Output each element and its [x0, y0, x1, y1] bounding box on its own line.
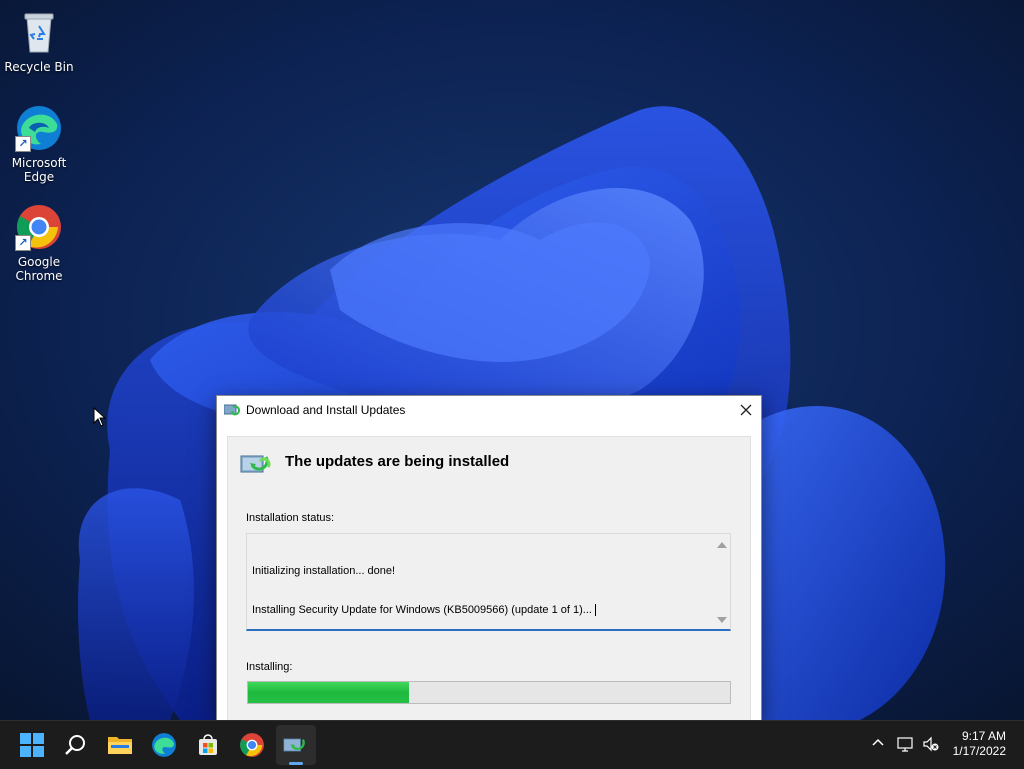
windows-start-icon	[20, 733, 44, 757]
desktop-icon-label: Google	[17, 255, 61, 269]
close-icon	[740, 404, 752, 416]
edge-icon: ↗	[15, 104, 63, 152]
installation-progress-bar	[247, 681, 731, 704]
windows-update-large-icon	[240, 455, 271, 473]
network-icon[interactable]	[897, 736, 915, 752]
search-icon	[65, 735, 85, 755]
active-app-indicator	[289, 762, 303, 765]
dialog-heading: The updates are being installed	[285, 453, 510, 470]
search-button[interactable]	[60, 729, 92, 761]
desktop-icon-label: Chrome	[15, 269, 63, 283]
desktop-icon-label: Microsoft	[11, 156, 67, 170]
chrome-icon	[240, 733, 264, 757]
installing-label: Installing:	[246, 661, 293, 673]
dialog-title: Download and Install Updates	[246, 403, 406, 417]
store-icon	[199, 734, 217, 755]
chrome-taskbar-button[interactable]	[236, 729, 268, 761]
scroll-down-arrow-icon[interactable]	[717, 617, 727, 623]
status-line: Initializing installation... done!	[252, 565, 396, 577]
file-explorer-icon	[108, 737, 132, 754]
windows-update-taskbar-button[interactable]	[276, 725, 316, 765]
clock-time: 9:17 AM	[961, 729, 1006, 743]
status-scrollbar[interactable]	[713, 534, 730, 629]
dialog-titlebar[interactable]: Download and Install Updates	[217, 396, 761, 424]
clock-date: 1/17/2022	[952, 744, 1006, 758]
status-line-with-caret: Installing Security Update for Windows (…	[252, 604, 596, 617]
edge-taskbar-button[interactable]	[148, 729, 180, 761]
dialog-body: The updates are being installed Installa…	[227, 436, 751, 722]
chrome-icon: ↗	[15, 203, 63, 251]
windows-update-icon	[283, 738, 305, 752]
text-caret	[594, 604, 596, 617]
mouse-cursor-icon	[93, 407, 107, 427]
edge-icon	[152, 733, 176, 757]
update-dialog: Download and Install Updates The updates…	[216, 395, 762, 722]
desktop-icon-google-chrome[interactable]: ↗ Google Chrome	[1, 203, 77, 283]
status-line: Installing Security Update for Windows (…	[252, 604, 592, 616]
desktop-icon-microsoft-edge[interactable]: ↗ Microsoft Edge	[1, 104, 77, 184]
desktop-icon-label: Edge	[23, 170, 55, 184]
taskbar: 9:17 AM 1/17/2022	[0, 720, 1024, 769]
close-button[interactable]	[731, 396, 761, 424]
taskbar-clock[interactable]: 9:17 AM 1/17/2022	[953, 729, 1006, 759]
windows-update-icon	[224, 404, 241, 416]
desktop-icon-label: Recycle Bin	[4, 60, 74, 74]
shortcut-arrow-icon: ↗	[15, 235, 31, 251]
store-button[interactable]	[192, 729, 224, 761]
installation-status-label: Installation status:	[246, 512, 335, 524]
recycle-bin-icon	[15, 8, 63, 56]
installation-status-box[interactable]: Initializing installation... done! Insta…	[246, 533, 731, 631]
file-explorer-button[interactable]	[104, 729, 136, 761]
volume-muted-icon[interactable]	[922, 736, 940, 752]
progress-bar-fill	[248, 682, 410, 703]
shortcut-arrow-icon: ↗	[15, 136, 31, 152]
status-text: Initializing installation... done! Insta…	[252, 539, 596, 643]
desktop-icon-recycle-bin[interactable]: Recycle Bin	[1, 8, 77, 74]
chevron-up-icon[interactable]	[871, 736, 885, 750]
scroll-up-arrow-icon[interactable]	[717, 542, 727, 548]
start-button[interactable]	[16, 729, 48, 761]
